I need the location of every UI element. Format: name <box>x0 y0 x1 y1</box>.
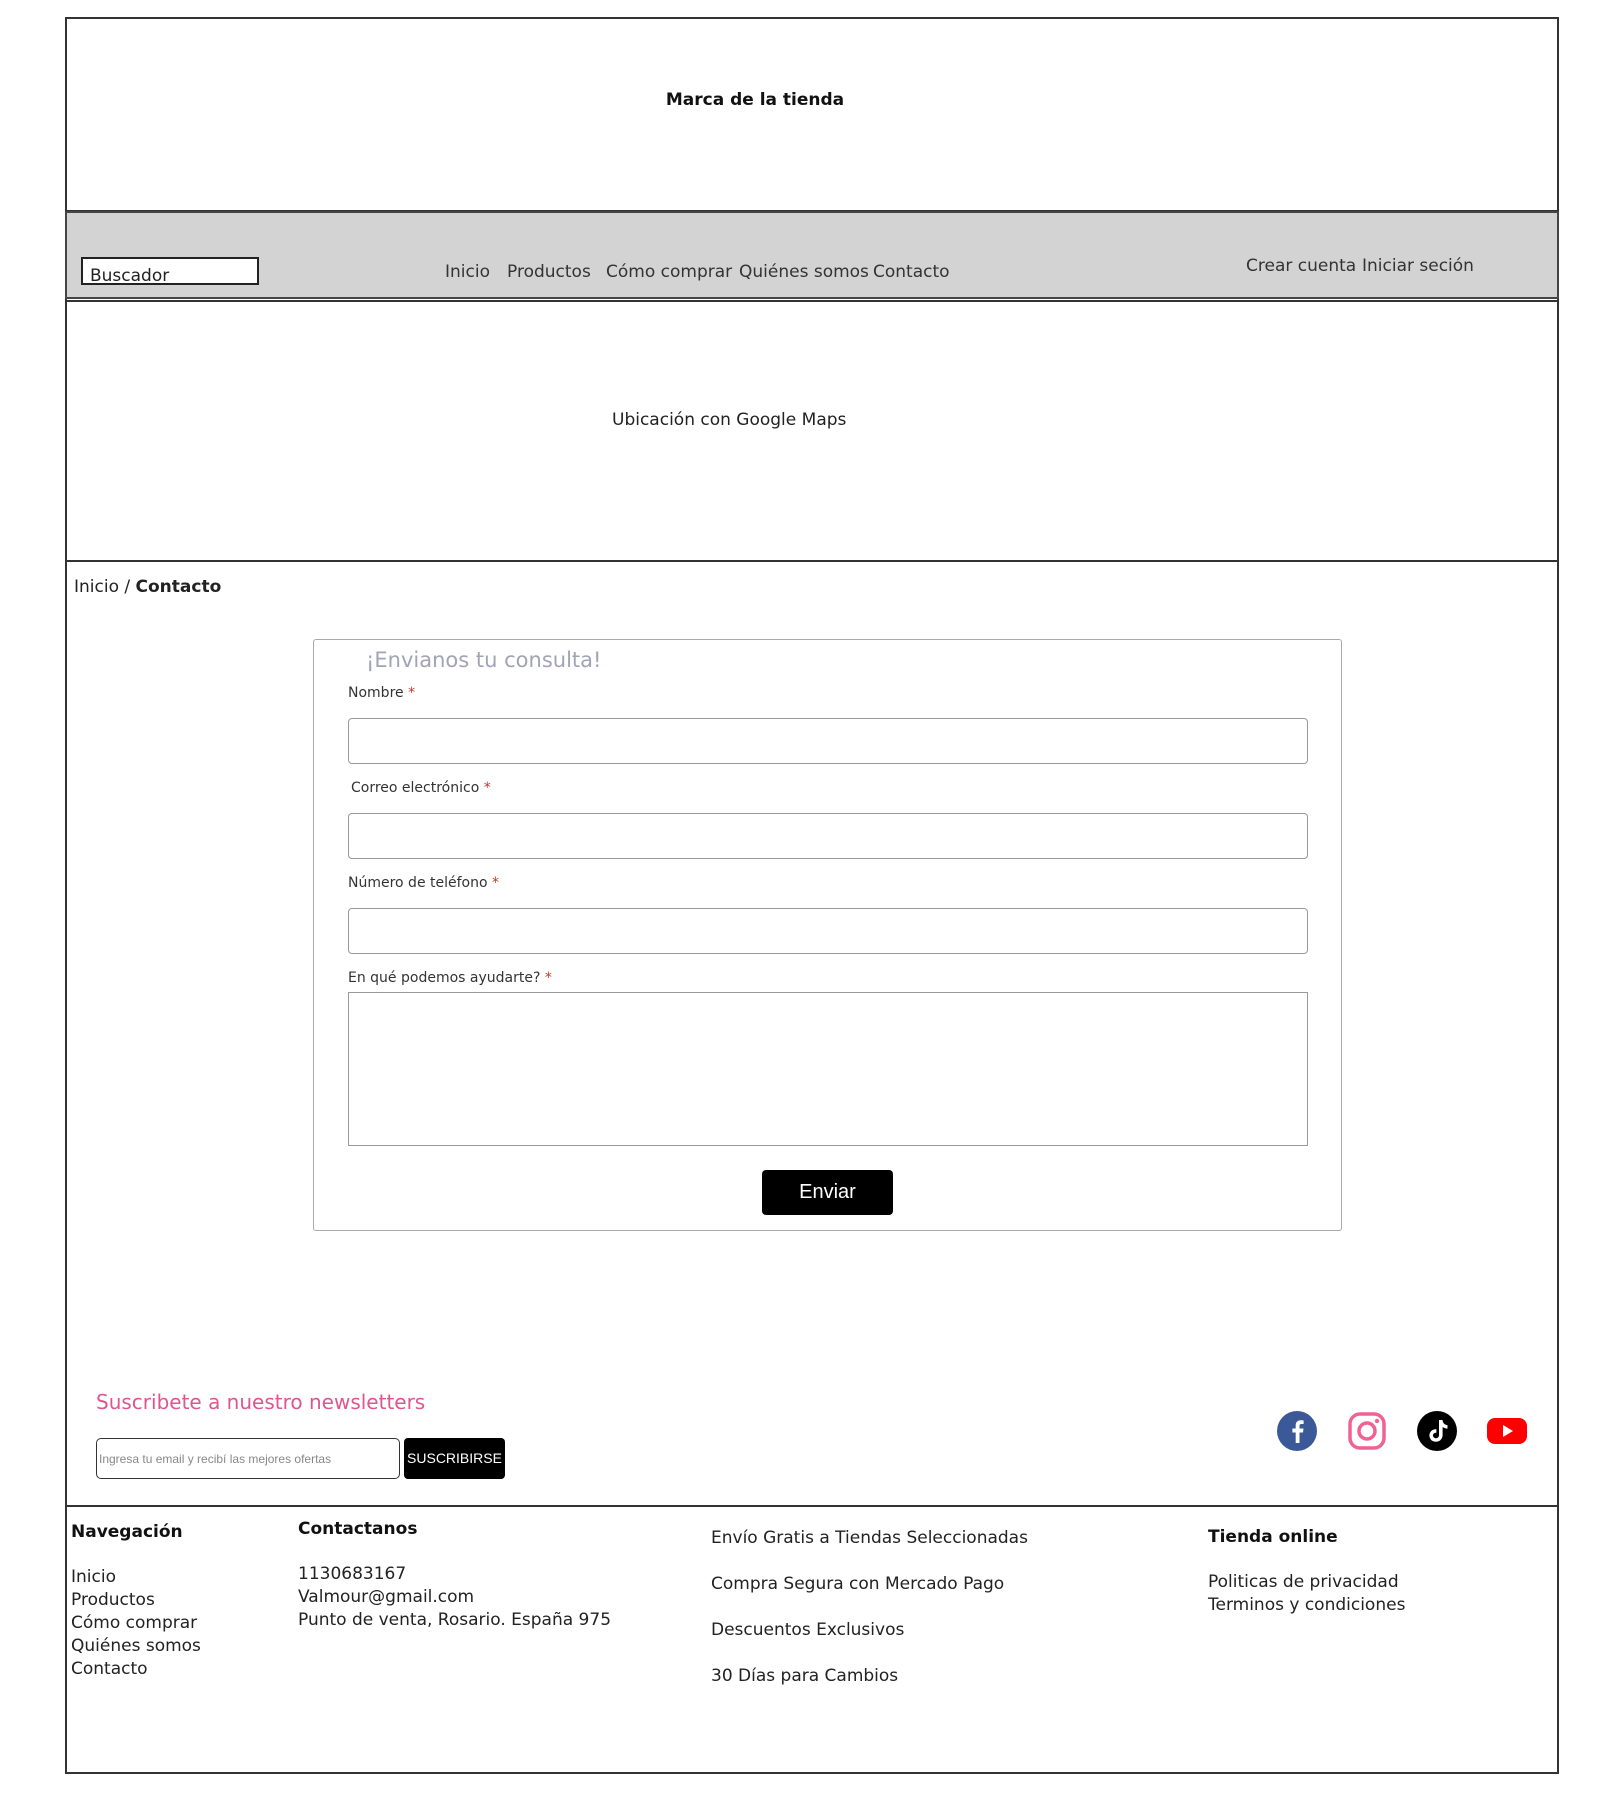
phone-label: Número de teléfono * <box>348 875 499 891</box>
required-mark: * <box>492 875 500 891</box>
name-label-text: Nombre <box>348 685 404 701</box>
email-label: Correo electrónico * <box>351 780 491 796</box>
name-field[interactable] <box>348 718 1308 764</box>
map-placeholder[interactable] <box>65 300 1559 562</box>
footer-link-productos[interactable]: Productos <box>71 1589 155 1612</box>
phone-label-text: Número de teléfono <box>348 875 488 891</box>
email-field[interactable] <box>348 813 1308 859</box>
send-button[interactable]: Enviar <box>762 1170 893 1215</box>
nav-link-quienes-somos[interactable]: Quiénes somos <box>739 262 869 282</box>
main-navbar <box>65 211 1559 299</box>
required-mark: * <box>544 970 552 986</box>
benefit-secure-payment: Compra Segura con Mercado Pago <box>711 1574 1005 1594</box>
create-account-link[interactable]: Crear cuenta <box>1246 256 1356 276</box>
subscribe-button[interactable]: SUSCRIBIRSE <box>404 1438 505 1479</box>
breadcrumb-current: Contacto <box>135 577 222 597</box>
benefit-returns: 30 Días para Cambios <box>711 1666 899 1686</box>
nav-link-como-comprar[interactable]: Cómo comprar <box>606 262 732 282</box>
phone-field[interactable] <box>348 908 1308 954</box>
message-textarea[interactable] <box>348 992 1308 1146</box>
footer-link-contacto[interactable]: Contacto <box>71 1658 148 1681</box>
required-mark: * <box>408 685 416 701</box>
footer-link-quienes-somos[interactable]: Quiénes somos <box>71 1635 201 1658</box>
breadcrumb-home[interactable]: Inicio <box>74 577 119 597</box>
message-label: En qué podemos ayudarte? * <box>348 970 552 986</box>
form-title: ¡Envianos tu consulta! <box>366 648 602 672</box>
footer-link-privacy[interactable]: Politicas de privacidad <box>1208 1571 1399 1594</box>
newsletter-title: Suscribete a nuestro newsletters <box>96 1390 426 1414</box>
footer-nav-heading: Navegación <box>71 1522 183 1542</box>
store-header <box>65 17 1559 212</box>
tiktok-icon[interactable] <box>1416 1410 1458 1452</box>
footer-link-terms[interactable]: Terminos y condiciones <box>1208 1594 1405 1617</box>
map-label: Ubicación con Google Maps <box>612 410 847 430</box>
footer-phone: 1130683167 <box>298 1564 407 1584</box>
store-brand[interactable]: Marca de la tienda <box>0 90 1510 110</box>
nav-link-inicio[interactable]: Inicio <box>445 262 490 282</box>
nav-link-contacto[interactable]: Contacto <box>873 262 950 282</box>
benefit-free-shipping: Envío Gratis a Tiendas Seleccionadas <box>711 1528 1028 1548</box>
benefit-discounts: Descuentos Exclusivos <box>711 1620 905 1640</box>
footer-address: Punto de venta, Rosario. España 975 <box>298 1610 612 1630</box>
nav-link-productos[interactable]: Productos <box>507 262 591 282</box>
footer-divider <box>65 1505 1559 1507</box>
search-input[interactable]: Buscador <box>81 257 259 286</box>
footer-link-inicio[interactable]: Inicio <box>71 1566 116 1589</box>
message-label-text: En qué podemos ayudarte? <box>348 970 541 986</box>
name-label: Nombre * <box>348 685 415 701</box>
footer-contact-heading: Contactanos <box>298 1519 418 1539</box>
footer-store-heading: Tienda online <box>1208 1527 1338 1547</box>
breadcrumb-separator: / <box>118 577 136 597</box>
email-label-text: Correo electrónico <box>351 780 480 796</box>
newsletter-email-input[interactable]: Ingresa tu email y recibí las mejores of… <box>96 1438 400 1479</box>
youtube-icon[interactable] <box>1486 1410 1528 1452</box>
footer-email[interactable]: Valmour@gmail.com <box>298 1586 474 1609</box>
required-mark: * <box>483 780 491 796</box>
footer-link-como-comprar[interactable]: Cómo comprar <box>71 1612 197 1635</box>
login-link[interactable]: Iniciar seción <box>1362 256 1474 276</box>
instagram-icon[interactable] <box>1346 1410 1388 1452</box>
breadcrumb: Inicio / Contacto <box>74 577 221 597</box>
facebook-icon[interactable] <box>1276 1410 1318 1452</box>
